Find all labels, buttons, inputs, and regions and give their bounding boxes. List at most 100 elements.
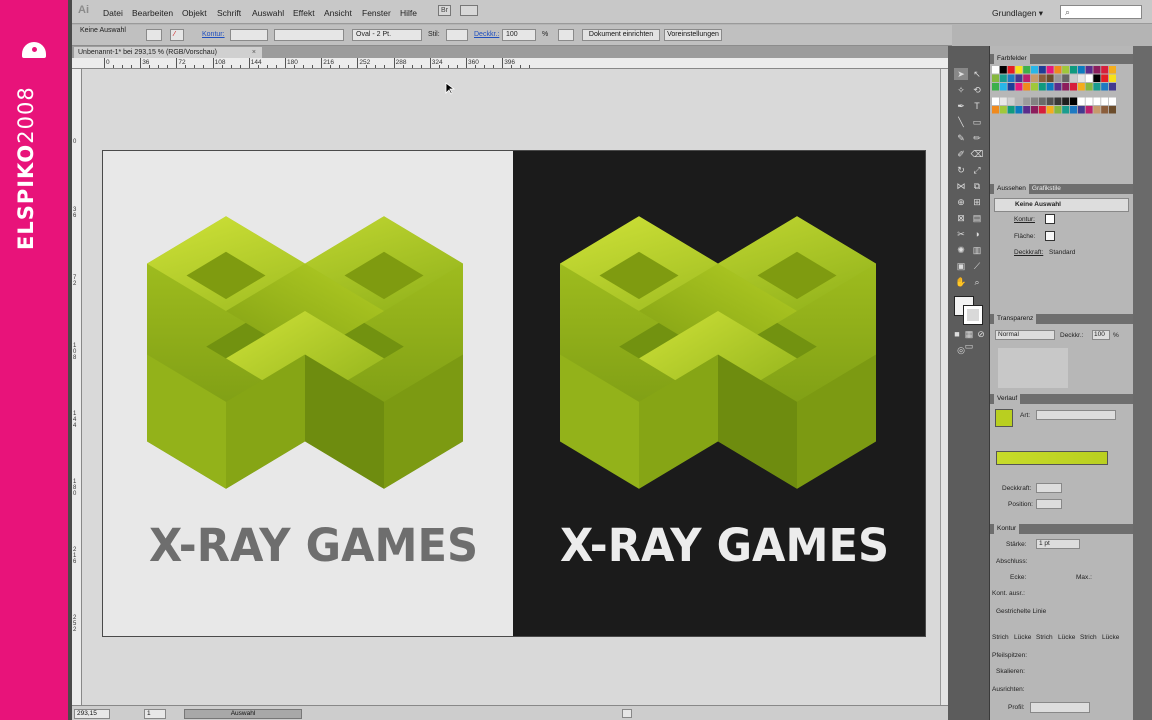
- dashed-line-checkbox[interactable]: Gestrichelte Linie: [996, 608, 1046, 615]
- swatch[interactable]: [1062, 97, 1070, 106]
- stroke-color-box[interactable]: [963, 305, 983, 325]
- swatch[interactable]: [1023, 97, 1031, 106]
- swatch[interactable]: [1054, 74, 1062, 83]
- swatch[interactable]: [1101, 74, 1109, 83]
- swatch[interactable]: [1031, 106, 1038, 114]
- stroke-weight-field[interactable]: [230, 29, 268, 41]
- zoom-tool-icon[interactable]: ⌕: [970, 276, 984, 288]
- swatch[interactable]: [1101, 83, 1109, 91]
- gradient-type-select[interactable]: [1036, 410, 1116, 420]
- menu-file[interactable]: Datei: [103, 8, 123, 18]
- appearance-stroke-swatch[interactable]: [1045, 214, 1055, 224]
- swatch[interactable]: [1109, 66, 1116, 74]
- swatch[interactable]: [992, 66, 999, 74]
- width-tool-icon[interactable]: ⋈: [954, 180, 968, 192]
- swatch[interactable]: [1015, 66, 1023, 74]
- artboard-light[interactable]: X-RAY GAMES: [102, 150, 514, 637]
- none-mode-icon[interactable]: ⊘: [976, 328, 986, 340]
- lasso-tool-icon[interactable]: ⟲: [970, 84, 984, 96]
- swatch[interactable]: [999, 106, 1007, 114]
- swatch[interactable]: [1093, 106, 1101, 114]
- swatch[interactable]: [1054, 106, 1062, 114]
- swatch[interactable]: [1109, 83, 1116, 91]
- magic-wand-tool-icon[interactable]: ✧: [954, 84, 968, 96]
- swatches-panel-header[interactable]: Farbfelder: [990, 54, 1133, 64]
- swatch[interactable]: [1101, 66, 1109, 74]
- status-tool[interactable]: Auswahl: [184, 709, 302, 719]
- gradient-mode-icon[interactable]: ▦: [964, 328, 974, 340]
- swatch[interactable]: [1023, 74, 1031, 83]
- swatch[interactable]: [1062, 83, 1070, 91]
- collapsed-panels-dock[interactable]: [1133, 46, 1152, 720]
- swatch[interactable]: [992, 74, 999, 83]
- appearance-opacity-label[interactable]: Deckkraft:: [1014, 249, 1043, 256]
- swatch[interactable]: [1077, 106, 1085, 114]
- appearance-stroke-label[interactable]: Kontur:: [1014, 216, 1035, 223]
- menu-select[interactable]: Auswahl: [252, 8, 284, 18]
- menu-view[interactable]: Ansicht: [324, 8, 352, 18]
- swatch[interactable]: [1085, 74, 1093, 83]
- swatch[interactable]: [1077, 74, 1085, 83]
- artboard-tool-icon[interactable]: ▣: [954, 260, 968, 272]
- swatch[interactable]: [1109, 74, 1116, 83]
- swatch[interactable]: [1038, 66, 1046, 74]
- swatch[interactable]: [1070, 106, 1077, 114]
- swatch[interactable]: [1093, 74, 1101, 83]
- swatch[interactable]: [1046, 83, 1054, 91]
- menu-effect[interactable]: Effekt: [293, 8, 315, 18]
- swatch[interactable]: [1046, 97, 1054, 106]
- swatch[interactable]: [1109, 106, 1116, 114]
- swatch[interactable]: [992, 97, 999, 106]
- eraser-tool-icon[interactable]: ⌫: [970, 148, 984, 160]
- swatch[interactable]: [1070, 74, 1077, 83]
- artboard-select[interactable]: 1: [144, 709, 166, 719]
- swatch[interactable]: [1101, 106, 1109, 114]
- swatch[interactable]: [1007, 83, 1015, 91]
- swatches-grid[interactable]: [992, 66, 1120, 126]
- eyedropper-tool-icon[interactable]: ✂: [954, 228, 968, 240]
- transparency-opacity-field[interactable]: 100: [1092, 330, 1110, 340]
- pen-tool-icon[interactable]: ✒: [954, 100, 968, 112]
- rectangle-tool-icon[interactable]: ▭: [970, 116, 984, 128]
- swatch[interactable]: [1007, 74, 1015, 83]
- vertical-ruler[interactable]: 0 36 72 108 144 180 216 252: [72, 69, 82, 705]
- menu-object[interactable]: Objekt: [182, 8, 207, 18]
- stroke-weight-select[interactable]: 1 pt: [1036, 539, 1080, 549]
- swatch[interactable]: [1038, 74, 1046, 83]
- variable-width-select[interactable]: [274, 29, 344, 41]
- swatch[interactable]: [1015, 83, 1023, 91]
- fill-swatch[interactable]: [146, 29, 162, 41]
- swatch[interactable]: [992, 106, 999, 114]
- color-mode-icon[interactable]: ■: [952, 328, 962, 340]
- swatch[interactable]: [999, 97, 1007, 106]
- swatch[interactable]: [1093, 83, 1101, 91]
- swatch[interactable]: [1062, 106, 1070, 114]
- swatch[interactable]: [999, 83, 1007, 91]
- gradient-opacity-field[interactable]: [1036, 483, 1062, 493]
- swatch[interactable]: [1070, 97, 1077, 106]
- swatch[interactable]: [999, 74, 1007, 83]
- hand-tool-icon[interactable]: ✋: [954, 276, 968, 288]
- perspective-grid-tool-icon[interactable]: ⊞: [970, 196, 984, 208]
- brush-select[interactable]: Oval - 2 Pt.: [352, 29, 422, 41]
- vertical-scrollbar[interactable]: [940, 69, 948, 705]
- swatch[interactable]: [1077, 83, 1085, 91]
- swatch[interactable]: [1007, 106, 1015, 114]
- swatch[interactable]: [1054, 66, 1062, 74]
- document-tab[interactable]: Unbenannt-1* bei 293,15 % (RGB/Vorschau)…: [74, 47, 262, 58]
- paintbrush-tool-icon[interactable]: ✎: [954, 132, 968, 144]
- gradient-slider[interactable]: [996, 451, 1108, 465]
- swatch[interactable]: [1085, 106, 1093, 114]
- swatch[interactable]: [1031, 83, 1038, 91]
- rotate-tool-icon[interactable]: ↻: [954, 164, 968, 176]
- swatch[interactable]: [1093, 97, 1101, 106]
- slice-tool-icon[interactable]: ⟋: [970, 260, 984, 272]
- blend-mode-select[interactable]: Normal: [995, 330, 1055, 340]
- swatch[interactable]: [1031, 74, 1038, 83]
- swatch[interactable]: [1077, 97, 1085, 106]
- artboard-dark[interactable]: X-RAY GAMES: [513, 150, 926, 637]
- swatch[interactable]: [1054, 97, 1062, 106]
- swatch[interactable]: [1101, 97, 1109, 106]
- menu-help[interactable]: Hilfe: [400, 8, 417, 18]
- style-select[interactable]: [446, 29, 468, 41]
